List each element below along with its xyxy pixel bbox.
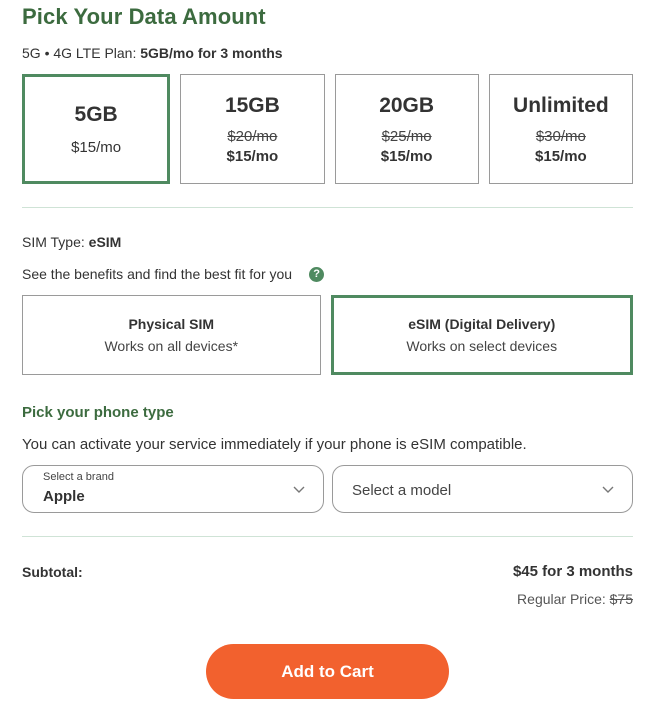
plan-summary: 5G • 4G LTE Plan: 5GB/mo for 3 months [22, 45, 283, 61]
plan-options: 5GB $15/mo 15GB $20/mo $15/mo 20GB $25/m… [22, 74, 633, 184]
sim-type-label: SIM Type: [22, 234, 85, 250]
plan-price: $15/mo [380, 147, 433, 165]
plan-name: Unlimited [513, 93, 609, 117]
regular-price-value: $75 [609, 591, 633, 607]
plan-old-price: $20/mo [227, 127, 278, 145]
brand-select-label: Select a brand [43, 471, 114, 483]
plan-price: $15/mo [535, 147, 587, 165]
plan-name: 5GB [74, 102, 118, 126]
brand-select-value: Apple [43, 488, 85, 505]
plan-price: $15/mo [226, 147, 279, 165]
plan-card-5gb[interactable]: 5GB $15/mo [22, 74, 171, 184]
plan-name: 20GB [379, 93, 435, 117]
plan-card-15gb[interactable]: 15GB $20/mo $15/mo [180, 74, 325, 184]
sim-benefits: See the benefits and find the best fit f… [22, 266, 325, 282]
section-divider [22, 207, 633, 208]
model-select-placeholder: Select a model [352, 482, 452, 499]
chevron-down-icon [602, 486, 614, 493]
sim-card-physical[interactable]: Physical SIM Works on all devices* [22, 295, 321, 375]
sim-option-name: eSIM (Digital Delivery) [408, 316, 556, 332]
subtotal-value: $45 for 3 months [512, 563, 633, 580]
brand-select[interactable]: Select a brand Apple [22, 465, 324, 513]
section-divider [22, 536, 633, 537]
plan-summary-prefix: 5G • 4G LTE Plan: [22, 45, 137, 61]
sim-type: SIM Type: eSIM [22, 234, 121, 250]
page-title: Pick Your Data Amount [22, 4, 266, 29]
sim-card-esim[interactable]: eSIM (Digital Delivery) Works on select … [330, 295, 633, 375]
sim-option-desc: Works on all devices* [104, 338, 239, 354]
model-select[interactable]: Select a model [332, 465, 633, 513]
phone-type-description: You can activate your service immediatel… [22, 436, 527, 453]
plan-name: 15GB [224, 93, 280, 117]
plan-price: $15/mo [71, 138, 122, 156]
add-to-cart-button[interactable]: Add to Cart [206, 644, 449, 699]
sim-type-value: eSIM [88, 234, 122, 250]
regular-price: Regular Price: $75 [517, 591, 633, 607]
plan-summary-selected: 5GB/mo for 3 months [140, 45, 283, 61]
plan-card-unlimited[interactable]: Unlimited $30/mo $15/mo [488, 74, 633, 184]
plan-card-20gb[interactable]: 20GB $25/mo $15/mo [334, 74, 479, 184]
regular-price-label: Regular Price: [517, 591, 606, 607]
phone-type-heading: Pick your phone type [22, 404, 174, 421]
help-icon[interactable]: ? [309, 266, 325, 282]
sim-option-desc: Works on select devices [406, 338, 558, 354]
subtotal-label: Subtotal: [22, 564, 83, 580]
plan-old-price: $25/mo [381, 127, 432, 145]
sim-benefits-text: See the benefits and find the best fit f… [22, 266, 293, 282]
chevron-down-icon [293, 486, 305, 493]
sim-options: Physical SIM Works on all devices* eSIM … [22, 295, 633, 375]
plan-old-price: $30/mo [535, 127, 586, 145]
sim-option-name: Physical SIM [128, 316, 215, 332]
